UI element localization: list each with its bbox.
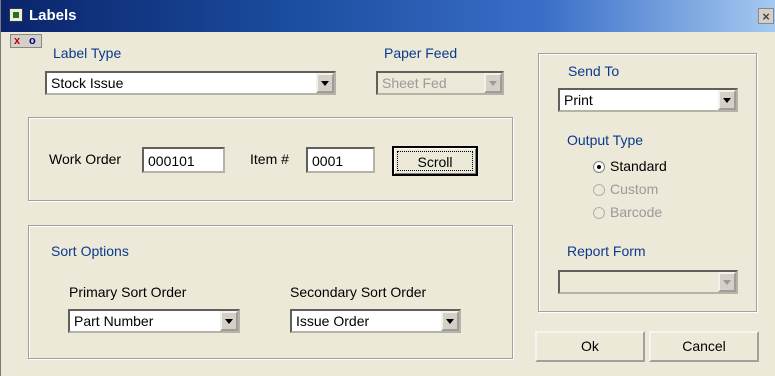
send-to-select[interactable]: Print [558, 88, 738, 112]
item-number-value: 0001 [312, 153, 344, 169]
x-icon: x [14, 35, 21, 47]
cancel-button-label: Cancel [682, 338, 726, 354]
app-icon [9, 8, 23, 22]
primary-sort-select[interactable]: Part Number [68, 309, 240, 333]
report-form-select [558, 270, 738, 294]
send-to-value: Print [564, 92, 593, 108]
primary-sort-value: Part Number [74, 313, 154, 329]
secondary-sort-label: Secondary Sort Order [290, 284, 427, 300]
paper-feed-label: Paper Feed [384, 45, 458, 61]
report-form-label: Report Form [567, 243, 646, 259]
close-icon[interactable]: × [758, 8, 774, 24]
chevron-down-icon [718, 272, 736, 292]
label-type-label: Label Type [53, 45, 122, 61]
output-type-label: Output Type [567, 132, 644, 148]
ok-button[interactable]: Ok [535, 331, 645, 362]
title-bar: Labels × [1, 0, 775, 32]
labels-dialog: Labels × x o Label Type Stock Issue Pape… [0, 0, 775, 376]
sort-options-title: Sort Options [51, 243, 129, 259]
paper-feed-select: Sheet Fed [376, 71, 504, 95]
standard-radio-label: Standard [610, 158, 667, 174]
label-type-value: Stock Issue [51, 75, 124, 91]
chevron-down-icon[interactable] [441, 311, 459, 331]
chevron-down-icon[interactable] [220, 311, 238, 331]
scroll-button[interactable]: Scroll [392, 146, 478, 176]
work-order-label: Work Order [49, 151, 122, 167]
send-to-label: Send To [568, 63, 620, 79]
paper-feed-value: Sheet Fed [382, 75, 447, 91]
work-order-field[interactable]: 000101 [142, 147, 225, 173]
custom-radio [593, 184, 605, 196]
cancel-button[interactable]: Cancel [649, 331, 759, 362]
xo-toolbar-button[interactable]: x o [10, 34, 42, 48]
barcode-radio [593, 207, 605, 219]
work-order-value: 000101 [148, 153, 195, 169]
scroll-button-label: Scroll [417, 154, 453, 170]
label-type-select[interactable]: Stock Issue [45, 71, 336, 95]
o-icon: o [29, 35, 36, 47]
chevron-down-icon[interactable] [316, 73, 334, 93]
chevron-down-icon [484, 73, 502, 93]
barcode-radio-label: Barcode [610, 204, 663, 220]
standard-radio[interactable] [593, 161, 605, 173]
secondary-sort-value: Issue Order [296, 313, 370, 329]
primary-sort-label: Primary Sort Order [69, 284, 187, 300]
item-number-field[interactable]: 0001 [306, 147, 375, 173]
window-title: Labels [29, 7, 77, 24]
ok-button-label: Ok [581, 338, 599, 354]
item-number-label: Item # [250, 151, 289, 167]
chevron-down-icon[interactable] [718, 90, 736, 110]
secondary-sort-select[interactable]: Issue Order [290, 309, 461, 333]
custom-radio-label: Custom [610, 181, 659, 197]
